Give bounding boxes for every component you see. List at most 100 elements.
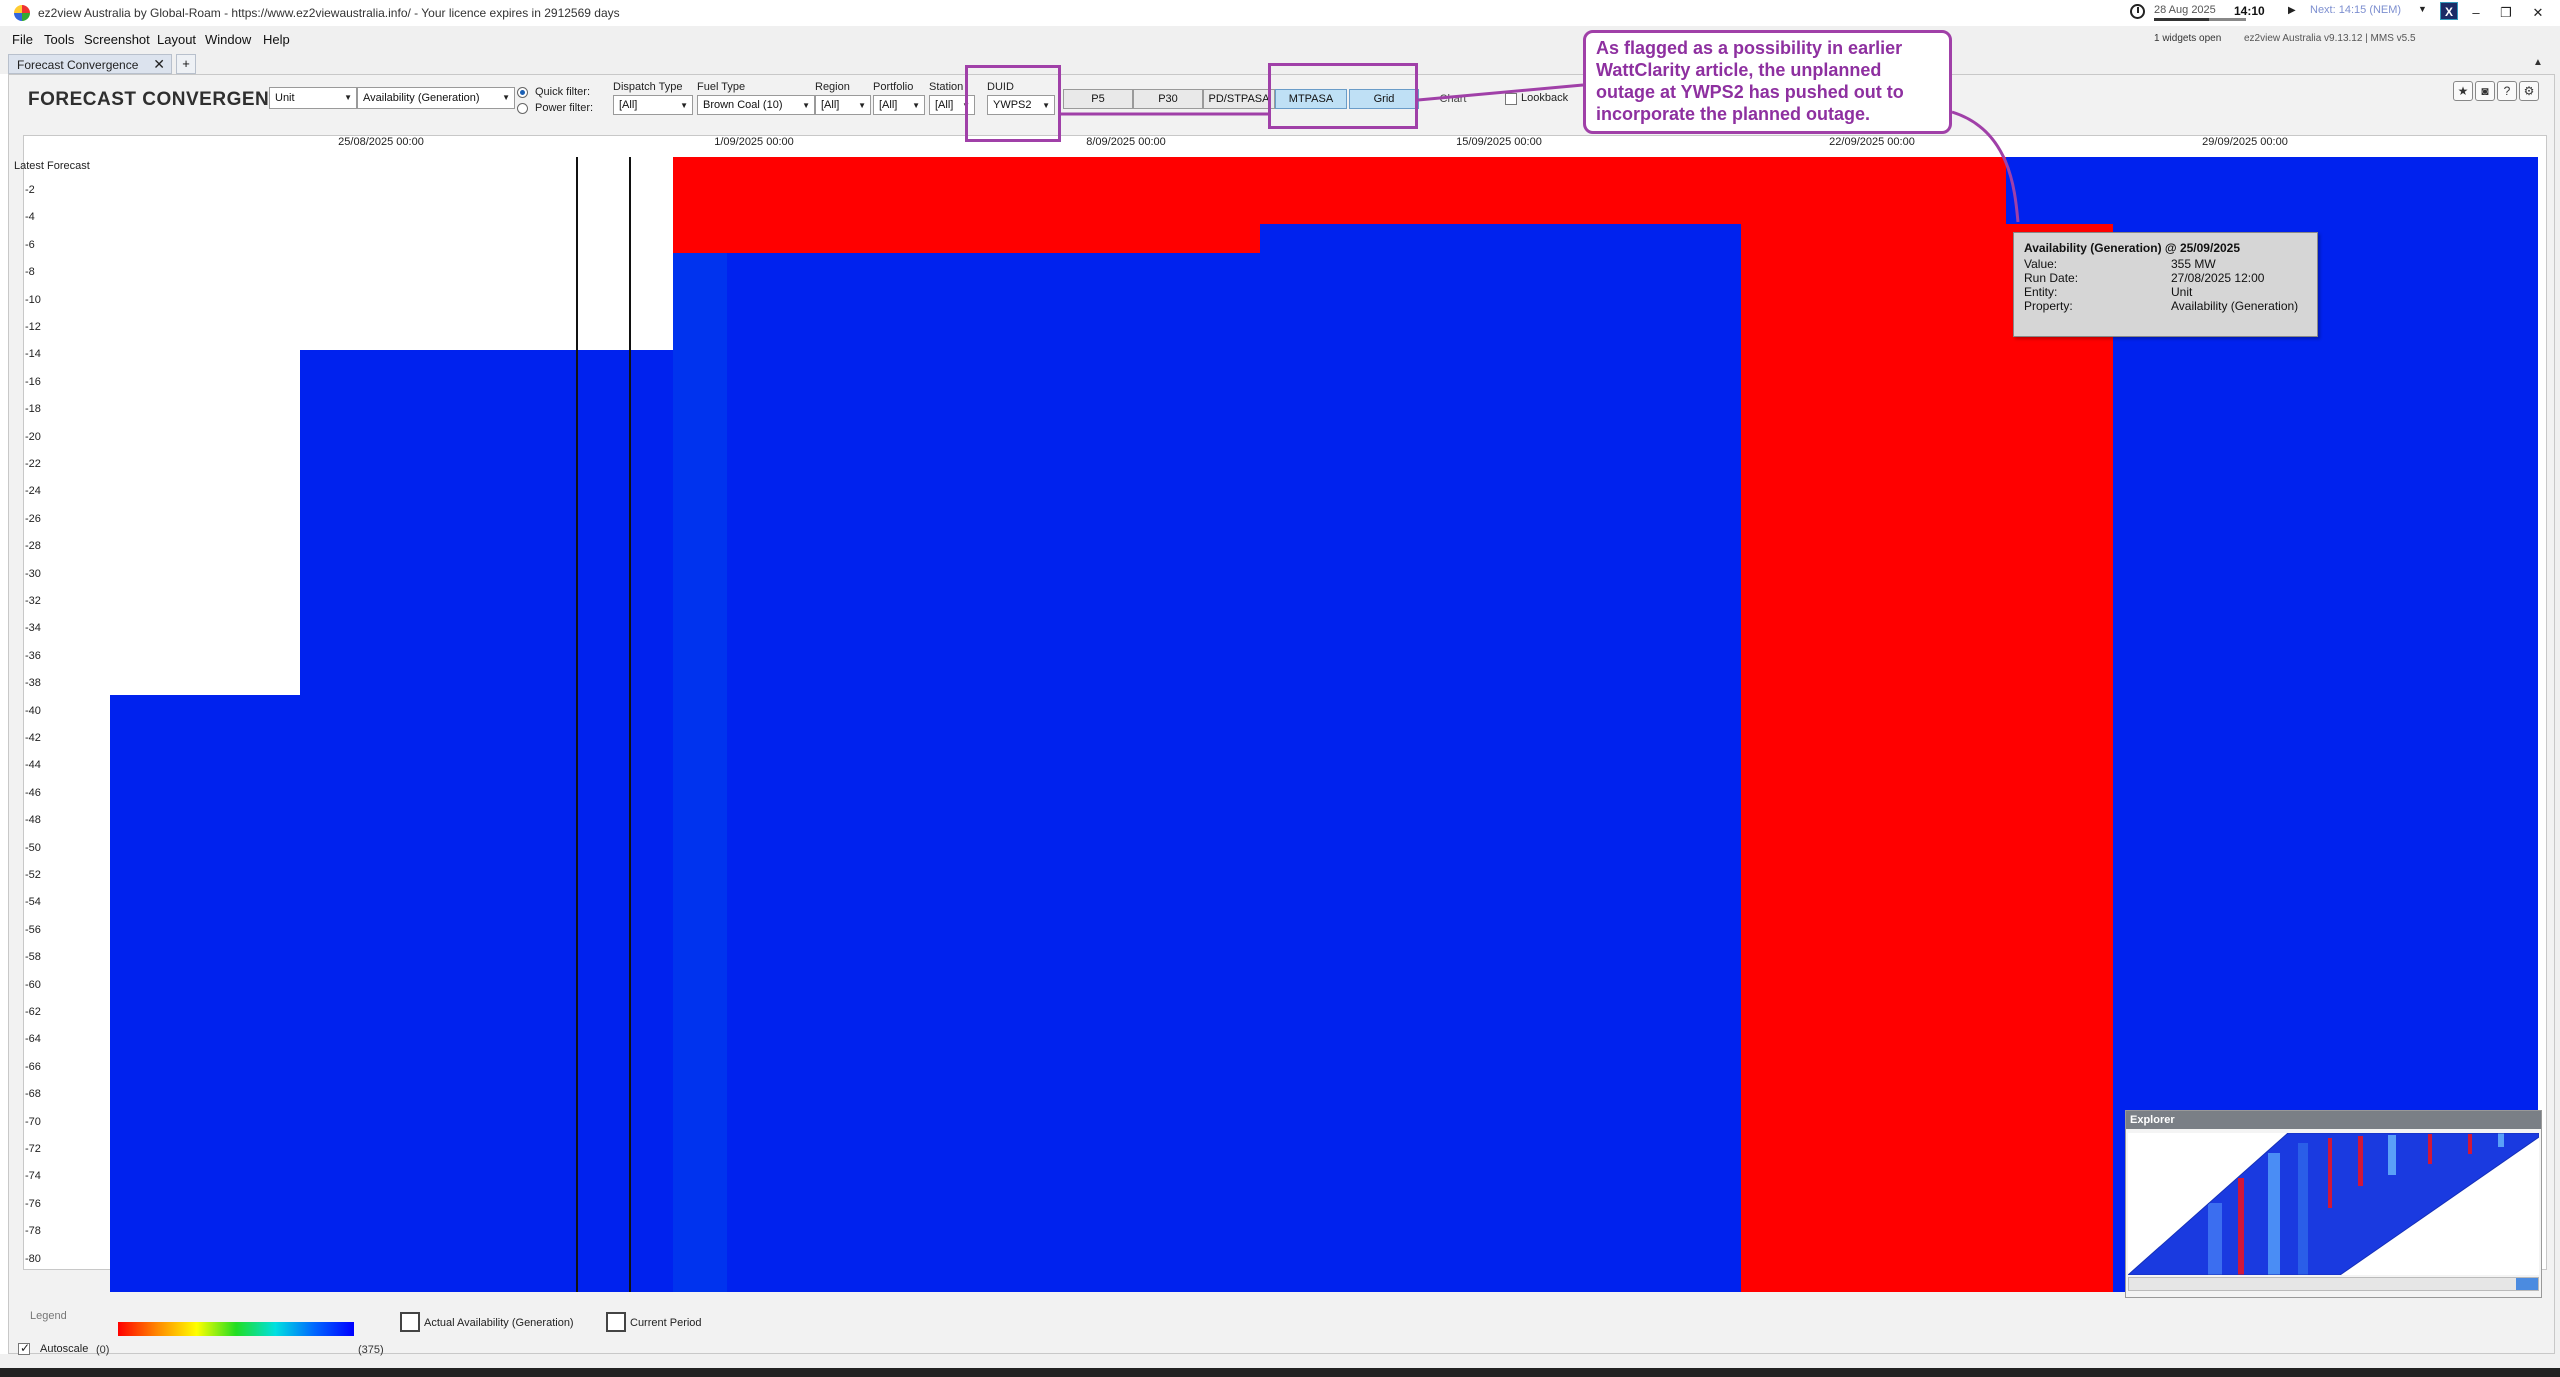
close-icon[interactable]: ✕ — [153, 56, 165, 73]
y-tick-label: -20 — [25, 430, 41, 443]
window-title: ez2view Australia by Global-Roam - https… — [38, 6, 620, 20]
menu-window[interactable]: Window — [205, 32, 251, 47]
y-tick-label: -14 — [25, 348, 41, 361]
y-tick-label: -62 — [25, 1006, 41, 1018]
scale-min-label: (0) — [96, 1344, 110, 1356]
y-tick-label: -28 — [25, 540, 41, 553]
region-label: Region — [815, 81, 850, 93]
explorer-panel[interactable]: Explorer — [2125, 1110, 2542, 1298]
y-tick-label: -8 — [25, 266, 35, 279]
entity-select[interactable]: Unit ▼ — [269, 87, 357, 109]
grid-block-available — [110, 695, 300, 1292]
explorer-scroll-thumb[interactable] — [2516, 1278, 2538, 1290]
next-interval: Next: 14:15 (NEM) — [2310, 4, 2402, 16]
y-tick-label: -32 — [25, 595, 41, 607]
y-tick-label: -4 — [25, 211, 35, 224]
star-icon[interactable]: ★ — [2453, 81, 2473, 101]
restore-button[interactable]: ❐ — [2496, 3, 2516, 23]
power-filter-radio[interactable] — [517, 103, 528, 114]
duid-highlight-box — [965, 65, 1061, 142]
y-tick-label: -2 — [25, 184, 35, 196]
y-tick-label: -36 — [25, 649, 41, 662]
settings-icon[interactable]: ⚙ — [2519, 81, 2539, 101]
current-period-marker — [629, 157, 631, 1292]
title-bar: ez2view Australia by Global-Roam - https… — [0, 0, 2560, 26]
left-edge — [0, 74, 8, 1354]
region-value: [All] — [821, 99, 840, 111]
y-tick-label: -6 — [25, 238, 35, 251]
y-tick-label: -56 — [25, 923, 41, 936]
y-tick-label: -52 — [25, 869, 41, 881]
quick-filter-label: Quick filter: — [535, 86, 591, 98]
close-window-button[interactable]: ✕ — [2528, 3, 2548, 23]
tooltip-title: Availability (Generation) @ 25/09/2025 — [2024, 241, 2241, 255]
help-icon[interactable]: ? — [2497, 81, 2517, 101]
autoscale-checkbox[interactable] — [18, 1341, 30, 1355]
minimap-stripe — [2328, 1138, 2332, 1208]
menu-help[interactable]: Help — [263, 32, 290, 47]
mode-pdstpasa-button[interactable]: PD/STPASA — [1203, 89, 1275, 109]
y-tick-label: -50 — [25, 841, 41, 854]
minimap-stripe — [2468, 1134, 2472, 1154]
minimap-stripe — [2208, 1203, 2222, 1275]
portfolio-select[interactable]: [All] ▼ — [873, 95, 925, 115]
y-tick-label: -44 — [25, 759, 41, 772]
add-tab-button[interactable]: + — [176, 54, 196, 74]
y-tick-label: -30 — [25, 567, 41, 580]
quick-filter-radio[interactable] — [517, 87, 528, 98]
tab-label: Forecast Convergence — [17, 58, 139, 72]
taskbar-edge — [0, 1368, 2560, 1377]
minimize-button[interactable]: – — [2466, 3, 2486, 23]
mode-p5-button[interactable]: P5 — [1063, 89, 1133, 109]
mode-p30-button[interactable]: P30 — [1133, 89, 1203, 109]
fuel-type-label: Fuel Type — [697, 81, 746, 93]
actual-availability-legend: Actual Availability (Generation) — [424, 1317, 574, 1329]
x-tick-label: 25/08/2025 00:00 — [338, 136, 424, 148]
property-select[interactable]: Availability (Generation) ▼ — [357, 87, 515, 109]
menu-file[interactable]: File — [12, 32, 33, 47]
view-chart-button[interactable]: Chart — [1421, 89, 1485, 109]
fuel-type-select[interactable]: Brown Coal (10) ▼ — [697, 95, 815, 115]
chevron-down-icon: ▼ — [858, 101, 866, 110]
region-select[interactable]: [All] ▼ — [815, 95, 871, 115]
y-tick-label: -46 — [25, 786, 41, 799]
menu-tools[interactable]: Tools — [44, 32, 74, 47]
y-tick-label: -40 — [25, 704, 41, 717]
explorer-minimap[interactable] — [2128, 1133, 2539, 1275]
version-info: ez2view Australia v9.13.12 | MMS v5.5 — [2244, 33, 2416, 44]
x-tick-label: 22/09/2025 00:00 — [1829, 136, 1915, 148]
y-tick-label: -74 — [25, 1170, 41, 1183]
ez2view-logo-button[interactable]: X — [2440, 2, 2458, 20]
play-icon[interactable]: ▶ — [2288, 5, 2296, 16]
widgets-open-count: 1 widgets open — [2154, 33, 2222, 44]
y-tick-label: -42 — [25, 732, 41, 744]
color-scale-bar — [118, 1322, 354, 1336]
chevron-up-icon[interactable]: ▲ — [2533, 57, 2543, 68]
explorer-title: Explorer — [2126, 1111, 2541, 1129]
y-tick-label: -60 — [25, 978, 41, 991]
entity-select-value: Unit — [275, 92, 295, 104]
power-filter-label: Power filter: — [535, 102, 594, 114]
lookback-checkbox[interactable] — [1505, 93, 1517, 105]
grid-block-available — [2006, 157, 2113, 224]
grid-block-no-data — [110, 157, 300, 695]
minimap-stripe — [2358, 1136, 2363, 1186]
dispatch-type-value: [All] — [619, 99, 638, 111]
tab-forecast-convergence[interactable]: Forecast Convergence ✕ — [8, 54, 172, 74]
y-tick-label: -34 — [25, 622, 41, 635]
chevron-down-icon[interactable]: ▼ — [2418, 4, 2427, 14]
minimap-stripe — [2238, 1178, 2244, 1275]
lookback-label: Lookback — [1521, 92, 1569, 104]
legend-title: Legend — [30, 1310, 67, 1322]
y-tick-label: -24 — [25, 485, 41, 498]
minimap-stripe — [2298, 1143, 2308, 1275]
current-period-swatch — [606, 1312, 626, 1332]
menu-layout[interactable]: Layout — [157, 32, 196, 47]
menu-screenshot[interactable]: Screenshot — [84, 32, 150, 47]
camera-icon[interactable]: ◙ — [2475, 81, 2495, 101]
y-tick-label: -64 — [25, 1033, 41, 1046]
dispatch-type-select[interactable]: [All] ▼ — [613, 95, 693, 115]
minimap-stripe — [2498, 1133, 2504, 1147]
actual-availability-swatch — [400, 1312, 420, 1332]
explorer-scrollbar[interactable] — [2128, 1277, 2539, 1291]
